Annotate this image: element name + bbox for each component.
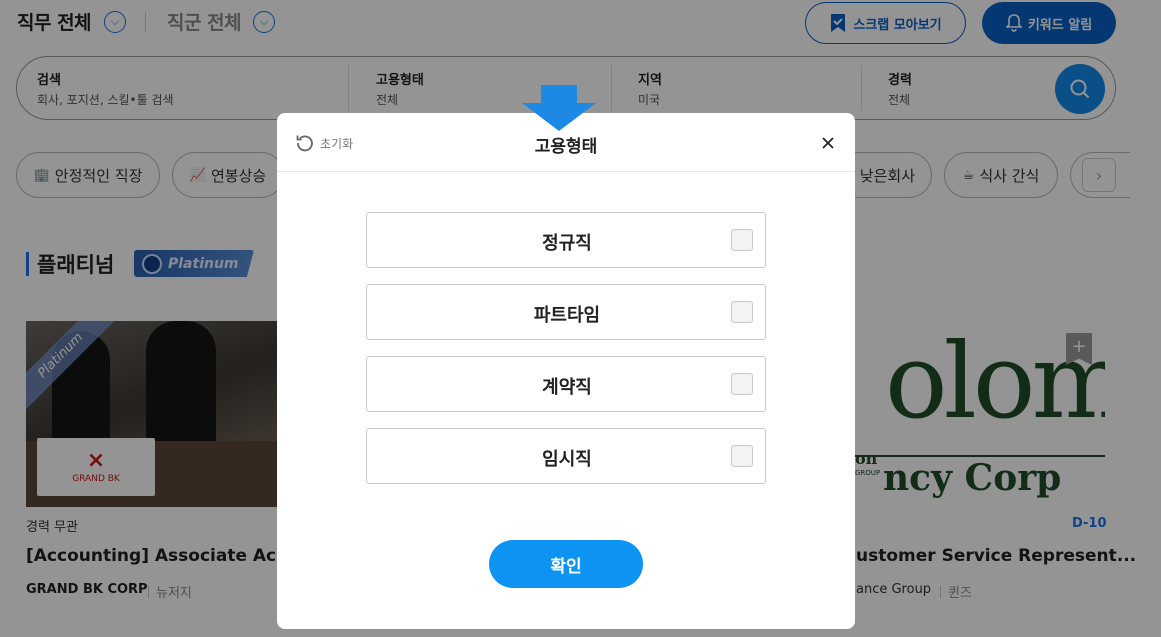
- checkbox[interactable]: [731, 301, 753, 323]
- arrow-down-icon: [522, 85, 596, 131]
- employment-type-modal: 초기화 고용형태 정규직 파트타임 계약직 임시직 확인: [277, 113, 855, 629]
- confirm-button[interactable]: 확인: [489, 540, 643, 588]
- option-label: 파트타임: [533, 305, 601, 326]
- checkbox[interactable]: [731, 373, 753, 395]
- option-label: 정규직: [542, 233, 592, 254]
- modal-title: 고용형태: [534, 137, 598, 157]
- option-contract[interactable]: 계약직: [366, 356, 766, 412]
- option-regular[interactable]: 정규직: [366, 212, 766, 268]
- option-label: 임시직: [542, 449, 592, 470]
- checkbox[interactable]: [731, 229, 753, 251]
- option-part-time[interactable]: 파트타임: [366, 284, 766, 340]
- option-temporary[interactable]: 임시직: [366, 428, 766, 484]
- option-label: 계약직: [542, 377, 592, 398]
- checkbox[interactable]: [731, 445, 753, 467]
- close-icon[interactable]: [820, 135, 836, 151]
